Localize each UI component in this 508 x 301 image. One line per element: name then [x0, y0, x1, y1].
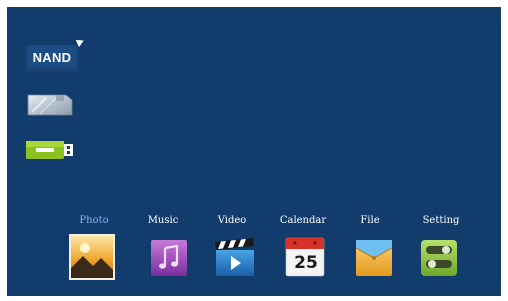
photo-icon [69, 234, 115, 280]
file-icon [355, 240, 393, 276]
sd-card-button[interactable] [26, 92, 74, 117]
setting-icon [421, 240, 457, 276]
tab-file[interactable]: File [338, 215, 402, 226]
setting-button[interactable] [417, 234, 463, 280]
music-button[interactable] [147, 234, 193, 280]
usb-drive-button[interactable] [26, 141, 74, 159]
tab-setting[interactable]: Setting [409, 215, 473, 226]
calendar-button[interactable]: 25 [283, 234, 329, 280]
photo-button[interactable] [69, 234, 115, 280]
tab-calendar[interactable]: Calendar [271, 215, 335, 226]
file-button[interactable] [352, 234, 398, 280]
home-screen: NAND Photo Music Video Calendar File Set… [7, 7, 501, 296]
video-button[interactable] [213, 234, 259, 280]
nand-label: NAND [32, 50, 72, 65]
usb-drive-icon [26, 141, 73, 159]
nand-storage-button[interactable]: NAND [26, 45, 78, 73]
music-icon [151, 240, 187, 276]
video-icon [215, 238, 254, 276]
tab-video[interactable]: Video [200, 215, 264, 226]
tab-music[interactable]: Music [131, 215, 195, 226]
sd-card-icon [27, 94, 73, 116]
calendar-day: 25 [294, 253, 318, 273]
tab-photo[interactable]: Photo [62, 215, 126, 226]
